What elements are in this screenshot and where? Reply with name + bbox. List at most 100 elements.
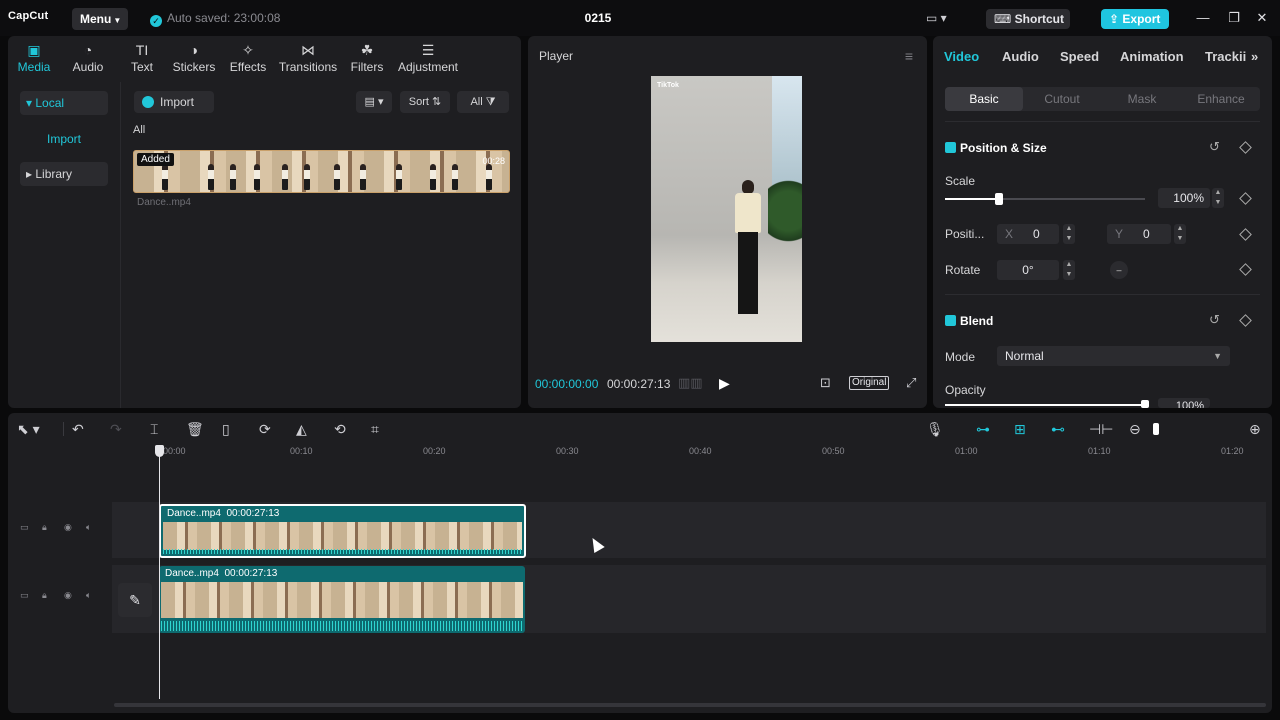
opacity-input[interactable]: 100% [1158,398,1210,408]
layout-icon[interactable]: ▭ ▾ [926,11,956,25]
rotate-input[interactable]: 0° [997,260,1059,280]
undo-icon[interactable]: ↶ [72,421,84,438]
tab-filters[interactable]: ☘ Filters [346,40,388,74]
opacity-slider-handle[interactable] [1141,400,1149,408]
tab-adjustment[interactable]: ☰ Adjustment [394,40,462,74]
ruler-tick: 00:00 [163,446,186,456]
mirror-icon[interactable]: ◭ [296,421,307,438]
sidebar-item-library[interactable]: ▸ Library [20,162,108,186]
eye-icon[interactable]: ◉ [64,522,72,533]
microphone-icon[interactable]: 🎙︎ [926,421,944,438]
select-tool-icon[interactable]: ⬉ ▾ [17,421,40,438]
import-button[interactable]: Import [134,91,214,113]
shortcut-button[interactable]: ⌨ Shortcut [986,9,1070,29]
sidebar-item-import[interactable]: Import [20,127,108,151]
subtab-enhance[interactable]: Enhance [1182,87,1260,111]
keyframe-icon[interactable] [1239,192,1252,205]
minimize-icon[interactable]: — [1195,10,1211,26]
divider [945,121,1260,122]
playhead[interactable] [159,455,160,699]
chevron-right-icon[interactable]: » [1251,49,1258,64]
auto-snap-icon[interactable]: ⊞ [1014,421,1026,438]
hamburger-menu-icon[interactable]: ≡ [905,48,913,64]
filter-button[interactable]: All ⧩ [457,91,509,113]
fullscreen-icon[interactable]: ⤢ [906,375,916,391]
screenshot-icon[interactable]: ⊡ [820,375,831,391]
eye-icon[interactable]: ◉ [64,590,72,601]
freeze-frame-icon[interactable]: ▯ [222,421,230,438]
caret-right-icon: ▸ [26,167,33,181]
position-x-stepper[interactable]: ▲ ▼ [1063,224,1075,244]
linkage-icon[interactable]: ⊷ [1051,421,1065,438]
tab-animation[interactable]: Animation [1120,49,1184,64]
view-toggle-button[interactable]: ▤ ▾ [356,91,392,113]
timeline-clip-selected[interactable]: Dance..mp4 00:00:27:13 [159,504,526,558]
menu-button[interactable]: Menu ▼ [72,8,128,30]
rotate-stepper[interactable]: ▲ ▼ [1063,260,1075,280]
reverse-icon[interactable]: ⟳ [259,421,271,438]
checkbox-checked-icon[interactable] [945,142,956,153]
subtab-mask[interactable]: Mask [1103,87,1181,111]
sort-button[interactable]: Sort ⇅ [400,91,450,113]
subtab-cutout[interactable]: Cutout [1023,87,1101,111]
tab-audio-props[interactable]: Audio [1002,49,1039,64]
timeline-clip[interactable]: Dance..mp4 00:00:27:13 [159,566,525,633]
tab-transitions[interactable]: ⋈ Transitions [276,40,340,74]
reset-icon[interactable]: ↺ [1209,139,1220,155]
split-icon[interactable]: ⌶ [150,421,158,438]
tab-tracking[interactable]: Trackii [1205,49,1246,64]
original-ratio-button[interactable]: Original [849,376,890,390]
clip-duration: 00:28 [482,156,505,166]
scale-input[interactable]: 100% [1158,188,1210,208]
scale-label: Scale [945,174,976,188]
position-y-stepper[interactable]: ▲ ▼ [1174,224,1186,244]
blend-mode-select[interactable]: Normal ▼ [997,346,1230,366]
zoom-out-icon[interactable]: ⊖ [1129,421,1141,438]
position-x-input[interactable]: X0 [997,224,1059,244]
rotate-icon[interactable]: ⟲ [334,421,346,438]
lock-icon[interactable]: 🔒︎ [42,522,47,533]
shortcut-label: Shortcut [1014,12,1064,26]
blend-header[interactable]: Blend [945,314,993,328]
position-y-input[interactable]: Y0 [1107,224,1171,244]
tab-audio[interactable]: ◔ Audio [68,40,108,74]
track-cover-icon[interactable]: ▭ [20,590,29,601]
scale-slider-handle[interactable] [995,193,1003,205]
subtab-basic[interactable]: Basic [945,87,1023,111]
track-cover-icon[interactable]: ▭ [20,522,29,533]
keyframe-icon[interactable] [1239,314,1252,327]
preview-axis-icon[interactable]: ⊣⊢ [1089,421,1113,438]
export-button[interactable]: ⇪ Export [1101,9,1169,29]
redo-icon[interactable]: ↷ [110,421,122,438]
checkbox-checked-icon[interactable] [945,315,956,326]
delete-icon[interactable]: 🗑︎ [186,421,204,438]
keyframe-icon[interactable] [1239,263,1252,276]
keyframe-icon[interactable] [1239,141,1252,154]
rotate-dial-icon[interactable]: – [1110,261,1128,279]
scale-stepper[interactable]: ▲ ▼ [1212,188,1224,208]
crop-icon[interactable]: ⌗ [371,421,379,438]
play-icon[interactable]: ▶ [719,375,730,392]
speaker-icon[interactable]: 🔈︎ [86,590,91,601]
video-preview[interactable]: TikTok [651,76,802,342]
zoom-in-icon[interactable]: ⊕ [1249,421,1261,438]
lock-icon[interactable]: 🔒︎ [42,590,47,601]
speaker-icon[interactable]: 🔈︎ [86,522,91,533]
close-icon[interactable]: ✕ [1254,10,1270,26]
timeline-scrollbar[interactable] [114,703,1266,707]
tab-effects[interactable]: ✧ Effects [226,40,270,74]
tab-text[interactable]: TI Text [122,40,162,74]
keyframe-icon[interactable] [1239,228,1252,241]
tab-video[interactable]: Video [944,49,979,64]
edit-pencil-icon[interactable]: ✎ [118,583,152,617]
zoom-slider-handle[interactable] [1153,423,1159,435]
tab-stickers[interactable]: ◑ Stickers [168,40,220,74]
position-size-header[interactable]: Position & Size [945,141,1047,155]
tab-media[interactable]: ▣ Media [14,40,54,74]
sidebar-item-local[interactable]: ▾ Local [20,91,108,115]
media-clip-thumbnail[interactable]: Added 00:28 [133,150,510,193]
tab-speed[interactable]: Speed [1060,49,1099,64]
main-track-magnet-icon[interactable]: ⊶ [976,421,990,438]
maximize-icon[interactable]: ❐ [1226,10,1242,26]
reset-icon[interactable]: ↺ [1209,312,1220,328]
